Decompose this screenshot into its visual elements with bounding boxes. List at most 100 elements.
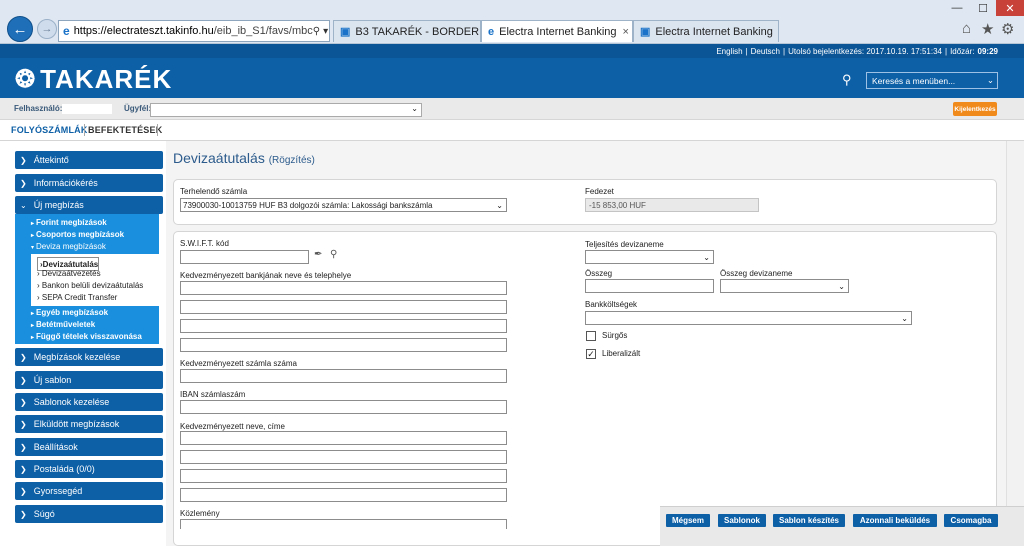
iban-input[interactable] xyxy=(180,400,507,414)
maximize-button[interactable]: ☐ xyxy=(970,0,996,16)
sidebar-item-overview[interactable]: ❯ Áttekintő xyxy=(15,151,163,169)
send-now-button[interactable]: Azonnali beküldés xyxy=(853,514,937,527)
swift-pick-icon[interactable]: ✒ xyxy=(314,249,322,260)
bank-name-input-1[interactable] xyxy=(180,281,507,295)
sidebar-item-manage-orders[interactable]: ❯ Megbízások kezelése xyxy=(15,348,163,366)
close-tab-icon[interactable]: × xyxy=(617,26,629,38)
sidebar-item-templates[interactable]: ❯ Sablonok kezelése xyxy=(15,393,163,411)
urgent-label: Sürgős xyxy=(602,331,628,340)
debit-account-select[interactable]: 73900030-10013759 HUF B3 dolgozói számla… xyxy=(180,198,507,212)
sidebar-item-label: Gyorssegéd xyxy=(33,486,83,496)
sidebar-item-info[interactable]: ❯ Információkérés xyxy=(15,174,163,192)
sidebar-sub-label: Betétműveletek xyxy=(36,320,96,329)
chevron-down-icon: ⌄ xyxy=(838,281,845,291)
tab-divider xyxy=(84,124,85,136)
home-icon[interactable]: ⌂ xyxy=(962,20,971,37)
sidebar-item-new-orders[interactable]: ⌄ Új megbízás xyxy=(15,196,163,214)
user-label: Felhasználó: xyxy=(14,104,63,113)
menu-search-select[interactable]: Keresés a menüben... ⌄ xyxy=(866,72,998,89)
settings-gear-icon[interactable]: ⚙ xyxy=(1001,20,1014,38)
sidebar-sub-forint[interactable]: ▸ Forint megbízások xyxy=(31,218,107,227)
sidebar-item-label: Új megbízás xyxy=(33,200,84,210)
sidebar-sub-label: Devizaátutalás xyxy=(42,259,99,269)
browser-tab-electra[interactable]: ▣ Electra Internet Banking xyxy=(633,20,779,42)
urgent-checkbox[interactable] xyxy=(586,331,596,341)
tab-accounts[interactable]: FOLYÓSZÁMLÁK xyxy=(11,125,88,135)
sidebar-item-label: Információkérés xyxy=(33,178,98,188)
sidebar-sub-label: Csoportos megbízások xyxy=(36,230,125,239)
sidebar-item-help[interactable]: ❯ Súgó xyxy=(15,505,163,523)
chevron-right-icon: ❯ xyxy=(20,375,27,385)
lang-deutsch-link[interactable]: Deutsch xyxy=(751,47,780,56)
sidebar-item-mailbox[interactable]: ❯ Postaláda (0/0) xyxy=(15,460,163,478)
benef-name-input-4[interactable] xyxy=(180,488,507,502)
takarek-logo: ❂ TAKARÉK xyxy=(15,64,172,95)
address-bar[interactable]: e https://electrateszt.takinfo.hu/eib_ib… xyxy=(58,20,330,42)
templates-button[interactable]: Sablonok xyxy=(718,514,766,527)
chevron-down-icon: ⌄ xyxy=(496,200,503,210)
client-select[interactable]: ⌄ xyxy=(150,103,422,117)
tab-investments[interactable]: BEFEKTETÉSEK xyxy=(88,125,162,135)
swift-input[interactable] xyxy=(180,250,309,264)
sidebar-deviza-internal[interactable]: › Devizaátvezetés xyxy=(37,269,101,278)
close-window-button[interactable]: ✕ xyxy=(996,0,1024,16)
page-title: Devizaátutalás (Rögzítés) xyxy=(173,150,315,166)
benef-account-input[interactable] xyxy=(180,369,507,383)
sidebar-sub-label: Bankon belüli devizaátutalás xyxy=(41,281,144,290)
make-template-button[interactable]: Sablon készítés xyxy=(773,514,845,527)
cancel-button[interactable]: Mégsem xyxy=(666,514,710,527)
bank-name-input-3[interactable] xyxy=(180,319,507,333)
bank-name-input-4[interactable] xyxy=(180,338,507,352)
favorites-star-icon[interactable]: ★ xyxy=(981,20,994,38)
client-label: Ügyfél: xyxy=(124,104,152,113)
logout-button[interactable]: Kijelentkezés xyxy=(953,102,997,116)
amount-currency-label: Összeg devizaneme xyxy=(720,269,793,278)
sidebar-item-label: Sablonok kezelése xyxy=(33,397,110,407)
liberalized-checkbox[interactable]: ✓ xyxy=(586,349,596,359)
bank-costs-select[interactable]: ⌄ xyxy=(585,311,912,325)
sidebar-deviza-inbank[interactable]: › Bankon belüli devizaátutalás xyxy=(37,281,143,290)
sidebar-sub-other[interactable]: ▸ Egyéb megbízások xyxy=(31,308,108,317)
note-input[interactable] xyxy=(180,519,507,529)
forward-button[interactable]: → xyxy=(37,19,57,39)
minimize-button[interactable]: — xyxy=(944,0,970,16)
separator: | xyxy=(745,46,748,56)
tab-label: B3 TAKARÉK - BORDER v6.6.0 xyxy=(355,25,480,38)
dropdown-icon[interactable]: ▾ xyxy=(323,26,328,37)
amount-currency-select[interactable]: ⌄ xyxy=(720,279,849,293)
sidebar-item-settings[interactable]: ❯ Beállítások xyxy=(15,438,163,456)
header-info-line: English | Deutsch | Utolsó bejelentkezés… xyxy=(0,44,1024,58)
chevron-right-icon: ❯ xyxy=(20,155,27,165)
benef-name-input-1[interactable] xyxy=(180,431,507,445)
sidebar-deviza-sepa[interactable]: › SEPA Credit Transfer xyxy=(37,293,117,302)
sidebar-sub-label: Deviza megbízások xyxy=(36,242,106,251)
lang-english-link[interactable]: English xyxy=(716,47,742,56)
back-button[interactable]: ← xyxy=(7,16,33,42)
sidebar-sub-deviza[interactable]: ▾ Deviza megbízások xyxy=(31,242,106,251)
sidebar-sub-group[interactable]: ▸ Csoportos megbízások xyxy=(31,230,124,239)
sidebar-item-label: Új sablon xyxy=(33,375,72,385)
sidebar-item-quickhelp[interactable]: ❯ Gyorssegéd xyxy=(15,482,163,500)
chevron-right-icon: ❯ xyxy=(20,397,27,407)
search-icon[interactable]: ⚲ xyxy=(313,26,320,37)
liberalized-label: Liberalizált xyxy=(602,349,641,358)
sidebar-sub-label: Egyéb megbízások xyxy=(36,308,109,317)
add-to-basket-button[interactable]: Csomagba xyxy=(944,514,998,527)
search-icon[interactable]: ⚲ xyxy=(330,249,337,260)
sidebar-item-label: Postaláda (0/0) xyxy=(33,464,95,474)
browser-tab-border[interactable]: ▣ B3 TAKARÉK - BORDER v6.6.0 xyxy=(333,20,481,42)
bank-name-label: Kedvezményezett bankjának neve és teleph… xyxy=(180,271,352,280)
benef-name-input-2[interactable] xyxy=(180,450,507,464)
benef-name-input-3[interactable] xyxy=(180,469,507,483)
bank-name-input-2[interactable] xyxy=(180,300,507,314)
currency-select[interactable]: ⌄ xyxy=(585,250,714,264)
amount-input[interactable] xyxy=(585,279,714,293)
sidebar-item-sent[interactable]: ❯ Elküldött megbízások xyxy=(15,415,163,433)
sidebar-sub-deposits[interactable]: ▸ Betétműveletek xyxy=(31,320,95,329)
page-scrollbar[interactable] xyxy=(1006,141,1024,546)
sidebar-sub-pending[interactable]: ▸ Függő tételek visszavonása xyxy=(31,332,142,341)
ie-icon: e xyxy=(63,24,70,38)
sidebar-item-new-template[interactable]: ❯ Új sablon xyxy=(15,371,163,389)
search-icon[interactable]: ⚲ xyxy=(842,72,852,88)
browser-tab-electra-active[interactable]: e Electra Internet Banking × xyxy=(481,20,633,42)
